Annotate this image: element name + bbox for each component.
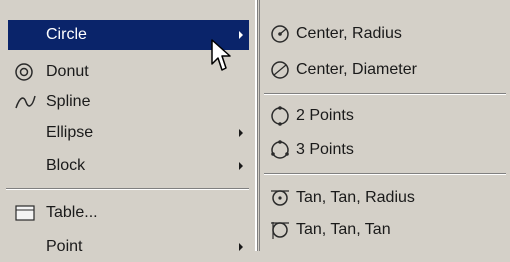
circle-tan-tan-radius-icon bbox=[270, 188, 290, 208]
submenu-arrow-icon bbox=[239, 31, 243, 39]
spline-icon bbox=[14, 92, 36, 112]
menu-item-spline-label: Spline bbox=[46, 93, 91, 110]
menu-item-spline[interactable]: Spline bbox=[8, 87, 249, 117]
table-icon bbox=[14, 203, 35, 223]
circle-submenu: Center, Radius Center, Diameter 2 Points… bbox=[259, 0, 510, 251]
circle-3-points-icon bbox=[270, 140, 290, 160]
menu-item-partial-top[interactable] bbox=[8, 0, 249, 8]
menu-item-table[interactable]: Table... bbox=[8, 198, 249, 228]
submenu-item-center-diameter[interactable]: Center, Diameter bbox=[260, 55, 510, 85]
circle-center-diameter-icon bbox=[270, 60, 290, 80]
submenu-item-center-diameter-label: Center, Diameter bbox=[296, 61, 417, 78]
submenu-item-center-radius[interactable]: Center, Radius bbox=[260, 19, 510, 49]
submenu-separator bbox=[264, 93, 506, 95]
menu-item-table-label: Table... bbox=[46, 204, 98, 221]
submenu-arrow-icon bbox=[239, 162, 243, 170]
menu-item-donut-label: Donut bbox=[46, 63, 89, 80]
menu-item-block-label: Block bbox=[46, 157, 86, 174]
submenu-item-3-points-label: 3 Points bbox=[296, 141, 354, 158]
donut-icon bbox=[14, 62, 34, 82]
submenu-separator bbox=[264, 173, 506, 175]
menu-item-point-label: Point bbox=[46, 238, 83, 255]
submenu-arrow-icon bbox=[239, 243, 243, 251]
submenu-item-center-radius-label: Center, Radius bbox=[296, 25, 402, 42]
circle-2-points-icon bbox=[270, 106, 290, 126]
circle-tan-tan-tan-icon bbox=[270, 220, 290, 240]
submenu-item-tan-tan-tan-label: Tan, Tan, Tan bbox=[296, 221, 391, 238]
menu-item-ellipse[interactable]: Ellipse bbox=[8, 118, 249, 148]
submenu-item-tan-tan-radius[interactable]: Tan, Tan, Radius bbox=[260, 183, 510, 213]
submenu-item-2-points[interactable]: 2 Points bbox=[260, 101, 510, 131]
submenu-arrow-icon bbox=[239, 129, 243, 137]
draw-menu: Circle Donut Spline Ellipse Block Table.… bbox=[0, 0, 257, 255]
partial-icon bbox=[14, 0, 34, 3]
submenu-item-2-points-label: 2 Points bbox=[296, 107, 354, 124]
menu-item-circle-label: Circle bbox=[46, 26, 87, 43]
menu-item-block[interactable]: Block bbox=[8, 151, 249, 181]
circle-center-radius-icon bbox=[270, 24, 290, 44]
menu-item-point[interactable]: Point bbox=[8, 232, 249, 262]
submenu-item-tan-tan-radius-label: Tan, Tan, Radius bbox=[296, 189, 415, 206]
submenu-item-3-points[interactable]: 3 Points bbox=[260, 135, 510, 165]
mouse-cursor-icon bbox=[211, 39, 231, 71]
submenu-item-tan-tan-tan[interactable]: Tan, Tan, Tan bbox=[260, 215, 510, 245]
menu-item-ellipse-label: Ellipse bbox=[46, 124, 94, 141]
menu-separator bbox=[6, 188, 249, 190]
